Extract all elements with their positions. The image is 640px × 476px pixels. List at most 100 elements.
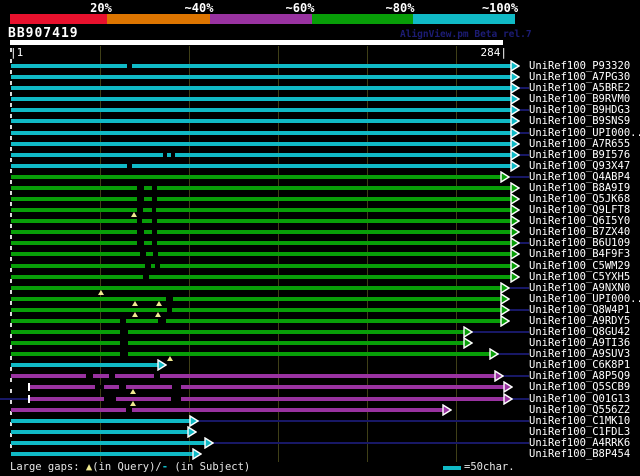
gap-mark	[120, 341, 128, 345]
alignment-bar[interactable]	[11, 208, 511, 212]
gaps-legend-mid: (in Query)/	[92, 461, 162, 473]
scale-segment-orange	[107, 14, 210, 24]
alignment-bar[interactable]	[11, 452, 193, 456]
alignment-bar[interactable]	[11, 319, 501, 323]
scale-label: ~60%	[285, 1, 315, 15]
gap-mark	[163, 153, 167, 157]
alignment-bar[interactable]	[11, 230, 511, 234]
alignment-bar[interactable]	[11, 363, 158, 367]
alignment-bar[interactable]	[11, 131, 511, 135]
alignment-bar[interactable]	[11, 297, 501, 301]
subject-extension-line	[512, 398, 529, 400]
scale-segment-red	[10, 14, 107, 24]
subject-label[interactable]: UniRef100_Q5SCB9	[529, 381, 630, 393]
alignment-bar[interactable]	[11, 219, 511, 223]
arrowhead-icon	[500, 315, 510, 327]
arrowhead-icon	[187, 426, 197, 438]
gap-mark	[152, 208, 156, 212]
gap-mark	[152, 241, 157, 245]
alignment-bar[interactable]	[11, 419, 190, 423]
scale-segment-green	[312, 14, 413, 24]
alignment-bar[interactable]	[11, 197, 511, 201]
gap-mark	[127, 164, 132, 168]
subject-label[interactable]: UniRef100_B9SNS9	[529, 115, 630, 127]
alignment-bar[interactable]	[11, 108, 511, 112]
alignment-bar[interactable]	[11, 330, 464, 334]
subject-extension-line	[198, 420, 529, 422]
gap-triangle-icon	[130, 401, 136, 406]
subject-label[interactable]: UniRef100_B4F9F3	[529, 248, 630, 260]
scale-line-legend: =50char.	[464, 461, 515, 473]
alignment-bar[interactable]	[11, 430, 188, 434]
arrowhead-icon	[204, 437, 214, 449]
arrowhead-icon	[192, 448, 202, 460]
gap-mark	[137, 186, 144, 190]
gap-mark	[152, 197, 157, 201]
alignment-bar[interactable]	[11, 286, 501, 290]
subject-extension-line	[472, 331, 529, 333]
alignment-bar[interactable]	[11, 341, 464, 345]
alignment-bar[interactable]	[11, 352, 490, 356]
gap-mark	[140, 252, 146, 256]
gap-mark	[126, 408, 132, 412]
gap-mark	[119, 385, 126, 389]
gap-mark	[152, 186, 157, 190]
alignment-bar[interactable]	[11, 119, 511, 123]
alignment-bar[interactable]	[11, 264, 511, 268]
gap-mark	[120, 352, 128, 356]
alignment-bar[interactable]	[11, 75, 511, 79]
version-text: AlignView.pm Beta rel.7	[400, 29, 532, 40]
alignment-bar[interactable]	[11, 252, 511, 256]
alignment-bar[interactable]	[11, 275, 511, 279]
alignview-overview: 20% ~40% ~60% ~80% ~100% BB907419 AlignView.…	[0, 0, 640, 476]
gap-mark	[152, 219, 157, 223]
scale-segment-cyan	[413, 14, 515, 24]
alignment-bar[interactable]	[11, 374, 495, 378]
alignment-bar[interactable]	[11, 86, 511, 90]
gap-mark	[154, 374, 160, 378]
gap-mark	[172, 385, 181, 389]
arrowhead-icon	[463, 337, 473, 349]
alignment-bar[interactable]	[11, 64, 511, 68]
gap-mark	[152, 230, 157, 234]
alignment-bar[interactable]	[11, 241, 511, 245]
gap-mark	[86, 374, 93, 378]
gap-triangle-icon	[132, 301, 138, 306]
ruler-end-label: 284|	[480, 46, 508, 59]
alignment-bar[interactable]	[11, 441, 205, 445]
alignment-bar[interactable]	[11, 186, 511, 190]
scale-label: ~40%	[184, 1, 214, 15]
gap-mark	[120, 319, 126, 323]
gaps-legend-prefix: Large gaps:	[10, 461, 86, 473]
arrowhead-icon	[489, 348, 499, 360]
gap-mark	[137, 241, 144, 245]
arrowhead-icon	[510, 248, 520, 260]
alignment-bar[interactable]	[11, 308, 501, 312]
scale-label: ~80%	[385, 1, 415, 15]
scale-line-icon	[443, 466, 461, 470]
alignment-bar[interactable]	[11, 175, 501, 179]
gaps-legend-suffix: (in Subject)	[168, 461, 251, 473]
subject-extension-line	[498, 353, 529, 355]
arrowhead-icon	[510, 271, 520, 283]
alignment-bar[interactable]	[11, 142, 511, 146]
arrowhead-icon	[503, 393, 513, 405]
scale-label: 20%	[90, 1, 112, 15]
gap-mark	[155, 264, 160, 268]
alignment-bar[interactable]	[11, 97, 511, 101]
arrowhead-icon	[442, 404, 452, 416]
alignment-bar[interactable]	[11, 153, 511, 157]
gap-triangle-icon	[98, 290, 104, 295]
alignment-bar[interactable]	[11, 164, 511, 168]
query-bar	[10, 40, 503, 45]
gaps-legend: Large gaps: ▲(in Query)/- (in Subject)	[10, 461, 250, 473]
alignment-bar[interactable]	[30, 397, 504, 401]
subject-label[interactable]: UniRef100_B8P454	[529, 448, 630, 460]
gap-mark	[127, 64, 132, 68]
gap-triangle-icon	[132, 312, 138, 317]
gap-mark	[137, 197, 144, 201]
gap-triangle-icon	[155, 312, 161, 317]
alignment-bar[interactable]	[11, 408, 443, 412]
subject-extension-line	[510, 176, 529, 178]
gap-mark	[137, 208, 143, 212]
